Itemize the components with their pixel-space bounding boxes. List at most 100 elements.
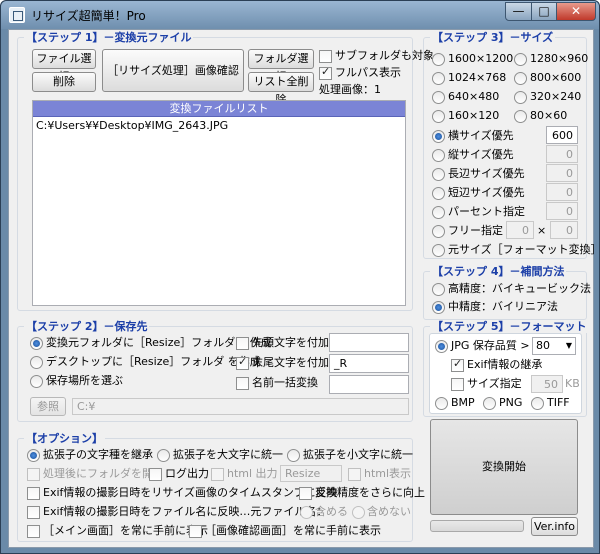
jpg-quality-select[interactable]: 80 ▼	[532, 337, 576, 355]
processed-count: 1	[374, 83, 381, 96]
rename-checkbox[interactable]	[236, 377, 249, 390]
title-bar[interactable]: リサイズ超簡単！Pro — □ ✕	[1, 1, 599, 29]
percent-radio[interactable]	[432, 206, 445, 219]
delete-all-button[interactable]: リスト全削除	[248, 72, 314, 106]
open-folder-label: 処理後にフォルダを開く	[43, 467, 164, 480]
size-80-radio[interactable]	[514, 110, 527, 123]
step3-group: 【ステップ 3】－サイズ 1600×1200 1280×960 1024×768…	[423, 31, 600, 259]
size-1024-radio[interactable]	[432, 72, 445, 85]
browse-button[interactable]: 参照	[30, 397, 66, 416]
main-top-checkbox[interactable]	[27, 525, 40, 538]
delete-button[interactable]: 削除	[32, 72, 96, 92]
ext-upper-radio[interactable]	[157, 449, 170, 462]
short-side-label: 短辺サイズ優先	[448, 186, 525, 199]
save-option-source-radio[interactable]	[30, 337, 43, 350]
progress-bar	[430, 520, 524, 532]
suffix-input[interactable]: _R	[329, 354, 409, 373]
png-radio[interactable]	[483, 397, 496, 410]
app-icon	[9, 7, 25, 23]
size-limit-checkbox[interactable]	[451, 378, 464, 391]
open-folder-checkbox[interactable]	[27, 468, 40, 481]
exif-inherit-checkbox[interactable]	[451, 357, 464, 372]
long-side-radio[interactable]	[432, 168, 445, 181]
tiff-label: TIFF	[547, 396, 570, 409]
bmp-radio[interactable]	[435, 397, 448, 410]
size-640-radio[interactable]	[432, 91, 445, 104]
jpg-radio[interactable]	[435, 340, 448, 353]
folder-select-button[interactable]: フォルダ選択	[248, 49, 314, 83]
exclude-radio[interactable]	[352, 506, 365, 519]
free-size-radio[interactable]	[432, 225, 445, 238]
size-640-label: 640×480	[448, 90, 500, 103]
save-path-field[interactable]: C:¥	[72, 398, 409, 415]
png-label: PNG	[499, 396, 523, 409]
size-1280-label: 1280×960	[530, 52, 589, 65]
preview-top-checkbox[interactable]	[189, 525, 202, 538]
size-800-radio[interactable]	[514, 72, 527, 85]
timestamp-checkbox[interactable]	[27, 487, 40, 500]
width-priority-input[interactable]: 600	[546, 126, 578, 144]
ext-lower-radio[interactable]	[287, 449, 300, 462]
save-option-choose-radio[interactable]	[30, 375, 43, 388]
height-priority-radio[interactable]	[432, 149, 445, 162]
tiff-radio[interactable]	[531, 397, 544, 410]
window-title: リサイズ超簡単！Pro	[31, 9, 146, 23]
size-limit-input[interactable]: 50	[531, 375, 563, 393]
bicubic-radio[interactable]	[432, 283, 445, 296]
short-side-radio[interactable]	[432, 187, 445, 200]
close-button[interactable]: ✕	[556, 2, 596, 21]
file-list-item[interactable]: C:¥Users¥¥Desktop¥IMG_2643.JPG	[36, 119, 228, 133]
size-320-radio[interactable]	[514, 91, 527, 104]
file-list[interactable]: 変換ファイルリスト C:¥Users¥¥Desktop¥IMG_2643.JPG	[32, 100, 406, 306]
html-name-field[interactable]: Resize	[280, 465, 342, 482]
exif-inherit-label: Exif情報の継承	[467, 358, 543, 371]
long-side-input[interactable]: 0	[546, 164, 578, 182]
width-priority-radio[interactable]	[432, 130, 445, 143]
log-checkbox[interactable]	[149, 468, 162, 481]
bilinear-radio[interactable]	[432, 301, 445, 314]
save-option-desktop-radio[interactable]	[30, 356, 43, 369]
exif-filename-checkbox[interactable]	[27, 506, 40, 519]
size-160-label: 160×120	[448, 109, 500, 122]
html-show-checkbox[interactable]	[348, 468, 361, 481]
prefix-input[interactable]	[329, 333, 409, 352]
size-160-radio[interactable]	[432, 110, 445, 123]
free-width-input[interactable]: 0	[506, 221, 534, 239]
size-1280-radio[interactable]	[514, 53, 527, 66]
options-title: 【オプション】	[24, 432, 105, 445]
html-output-checkbox[interactable]	[211, 468, 224, 481]
minimize-button[interactable]: —	[505, 2, 532, 21]
original-size-radio[interactable]	[432, 244, 445, 257]
include-radio[interactable]	[300, 506, 313, 519]
ext-lower-label: 拡張子を小文字に統一	[303, 448, 413, 461]
free-height-input[interactable]: 0	[550, 221, 578, 239]
convert-button[interactable]: 変換開始	[430, 419, 578, 515]
html-show-label: html表示	[364, 467, 412, 480]
maximize-button[interactable]: □	[531, 2, 557, 21]
step2-title: 【ステップ 2】－保存先	[24, 320, 150, 333]
percent-input[interactable]: 0	[546, 202, 578, 220]
accuracy-checkbox[interactable]	[299, 487, 312, 500]
exif-filename-label: Exif情報の撮影日時をファイル名に反映…元ファイル名：	[43, 505, 328, 518]
step2-group: 【ステップ 2】－保存先 変換元フォルダに［Resize］フォルダ を作成 デス…	[17, 320, 413, 422]
size-800-label: 800×600	[530, 71, 582, 84]
save-option-choose-label: 保存場所を選ぶ	[46, 374, 123, 387]
prefix-checkbox[interactable]	[236, 337, 249, 350]
rename-input[interactable]	[329, 375, 409, 394]
ext-inherit-radio[interactable]	[27, 449, 40, 462]
file-select-button[interactable]: ファイル選択	[32, 49, 96, 83]
subfolder-checkbox[interactable]	[319, 50, 332, 63]
height-priority-label: 縦サイズ優先	[448, 148, 514, 161]
bicubic-label: 高精度：バイキュービック法	[448, 282, 591, 295]
preview-button[interactable]: ［リサイズ処理］画像確認	[102, 49, 244, 92]
suffix-checkbox[interactable]	[236, 355, 249, 370]
height-priority-input[interactable]: 0	[546, 145, 578, 163]
width-priority-label: 横サイズ優先	[448, 129, 514, 142]
save-option-desktop-label: デスクトップに［Resize］フォルダ を作成	[46, 355, 261, 368]
size-1600-radio[interactable]	[432, 53, 445, 66]
long-side-label: 長辺サイズ優先	[448, 167, 525, 180]
version-info-button[interactable]: Ver.info	[531, 517, 578, 536]
step4-title: 【ステップ 4】－補間方法	[430, 265, 567, 278]
short-side-input[interactable]: 0	[546, 183, 578, 201]
fullpath-checkbox[interactable]	[319, 65, 332, 80]
